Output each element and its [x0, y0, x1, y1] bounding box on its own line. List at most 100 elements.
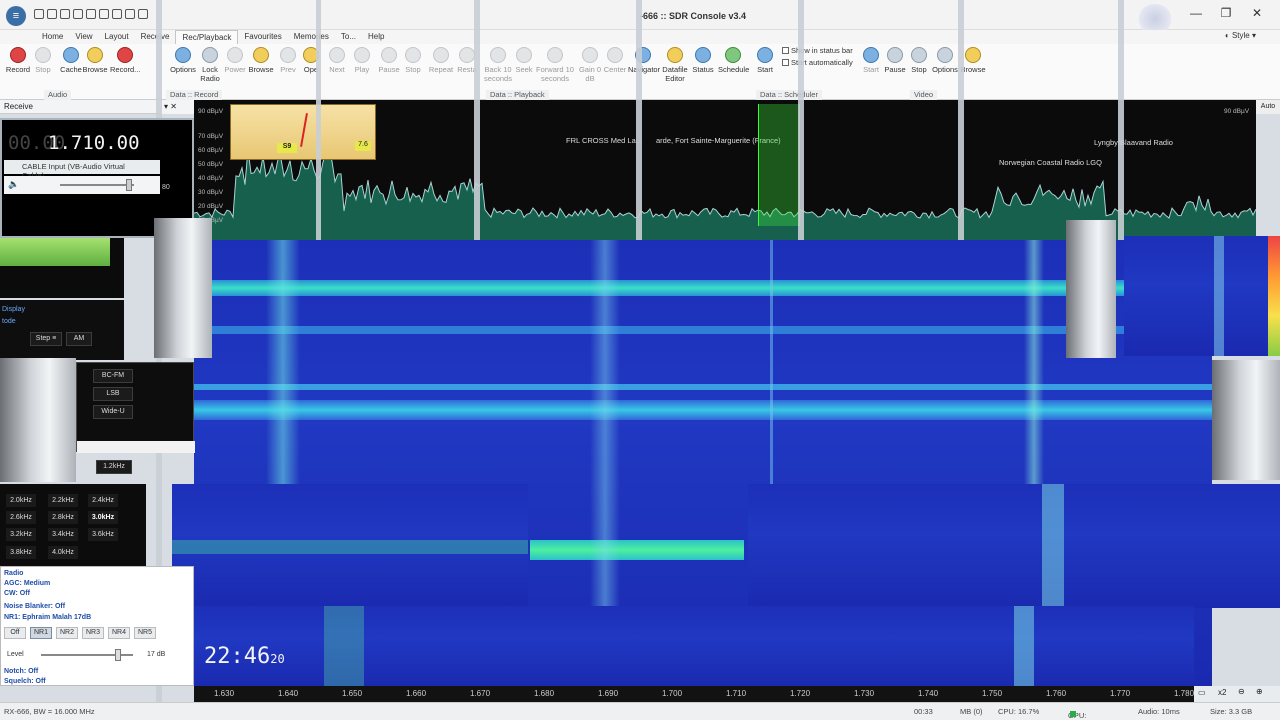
- style-menu[interactable]: ◐ Style ▾: [1225, 31, 1256, 40]
- options-button[interactable]: Options: [168, 47, 198, 74]
- station-label-4: Lyngby/Blaavand Radio: [1094, 138, 1173, 147]
- tab-home[interactable]: Home: [36, 30, 69, 44]
- start-scheduler-button[interactable]: Start: [750, 47, 780, 74]
- bandwidth-1-2khz-button[interactable]: 1.2kHz: [96, 460, 132, 474]
- stop-playback-button[interactable]: Stop: [398, 47, 428, 74]
- camera-icon[interactable]: ▭: [1198, 688, 1206, 697]
- nr-button-off[interactable]: Off: [4, 627, 26, 639]
- frequency-axis[interactable]: 1.630 1.640 1.650 1.660 1.670 1.680 1.690 1.700…: [194, 686, 1194, 702]
- sdr-console-window: ≡ -666 :: SDR Console v3.4 — ❐ ✕ Home Vie…: [0, 0, 1280, 720]
- dbv-label-60: 60 dBµV: [198, 147, 224, 154]
- play-icon[interactable]: [73, 9, 83, 19]
- waterfall-signal-band: [194, 384, 1212, 390]
- s-meter: S9 7.6: [230, 104, 376, 160]
- star-icon[interactable]: [99, 9, 109, 19]
- display-mode-label[interactable]: Display: [2, 306, 25, 313]
- center-button[interactable]: Center: [600, 47, 630, 74]
- volume-slider[interactable]: [126, 179, 132, 191]
- nr-button-nr4[interactable]: NR4: [108, 627, 130, 639]
- forward-10-button[interactable]: Forward 10 seconds: [535, 47, 575, 83]
- auto-scale-button[interactable]: Auto: [1256, 100, 1280, 114]
- mode-lsb-button[interactable]: LSB: [93, 387, 133, 401]
- dsp-radio-label[interactable]: Radio: [4, 570, 23, 577]
- group-data-record: Data :: Record: [166, 90, 223, 100]
- record-menu-button[interactable]: Record...: [110, 47, 140, 74]
- nr-button-nr3[interactable]: NR3: [82, 627, 104, 639]
- step-button[interactable]: Step ≡: [30, 332, 62, 346]
- spectrum-display[interactable]: 90 dBµV 90 dBµV 70 dBµV 60 dBµV 50 dBµV …: [194, 100, 1256, 240]
- status-elapsed: 00:33: [914, 707, 933, 716]
- nr-button-nr5[interactable]: NR5: [134, 627, 156, 639]
- noise-blanker-label[interactable]: Noise Blanker: Off: [4, 603, 65, 610]
- dbv-top-label: 90 dBµV: [198, 108, 224, 115]
- folder-icon[interactable]: [47, 9, 57, 19]
- notch-label[interactable]: Notch: Off: [4, 668, 38, 675]
- zoom-level[interactable]: x2: [1218, 688, 1226, 697]
- tab-layout[interactable]: Layout: [99, 30, 135, 44]
- cw-label[interactable]: CW: Off: [4, 590, 30, 597]
- receive-close-icon[interactable]: ▾ ✕: [160, 100, 196, 114]
- datafile-editor-button[interactable]: Datafile Editor: [660, 47, 690, 83]
- minimize-button[interactable]: —: [1184, 6, 1208, 20]
- bandwidth-button[interactable]: 2.0kHz: [6, 494, 36, 507]
- undo-icon[interactable]: [138, 9, 148, 19]
- tab-favourites[interactable]: Favourites: [238, 30, 287, 44]
- bandwidth-button[interactable]: 2.6kHz: [6, 511, 36, 524]
- color-scale: [1268, 236, 1280, 356]
- bandwidth-button[interactable]: 2.2kHz: [48, 494, 78, 507]
- bandwidth-button[interactable]: 4.0kHz: [48, 546, 78, 559]
- axis-tick-label: 1.750: [982, 689, 1003, 698]
- bandwidth-button[interactable]: 3.8kHz: [6, 546, 36, 559]
- record-icon[interactable]: [60, 9, 70, 19]
- bandwidth-button[interactable]: 3.0kHz: [88, 511, 118, 524]
- app-menu-icon[interactable]: ≡: [6, 6, 26, 26]
- show-status-bar-checkbox[interactable]: Show in status bar: [782, 46, 853, 55]
- am-mode-button[interactable]: AM: [66, 332, 92, 346]
- tab-to-[interactable]: To...: [335, 30, 362, 44]
- bandwidth-button[interactable]: 3.6kHz: [88, 528, 118, 541]
- close-button[interactable]: ✕: [1245, 6, 1269, 20]
- gpu-indicator: [1070, 711, 1076, 717]
- frequency-display[interactable]: 1.710.00: [48, 132, 140, 154]
- zoom-out-icon[interactable]: ⊖: [1238, 687, 1245, 696]
- bandwidth-button[interactable]: 3.2kHz: [6, 528, 36, 541]
- volume-track[interactable]: [60, 184, 134, 186]
- agc-label[interactable]: AGC: Medium: [4, 580, 50, 587]
- start-automatically-checkbox[interactable]: Start automatically: [782, 58, 853, 67]
- level-label: Level: [7, 651, 24, 658]
- nr-button-nr2[interactable]: NR2: [56, 627, 78, 639]
- stop-icon[interactable]: [86, 9, 96, 19]
- mode-label[interactable]: tode: [2, 318, 16, 325]
- monitor-icon[interactable]: [125, 9, 135, 19]
- home-icon[interactable]: [34, 9, 44, 19]
- nr1-label[interactable]: NR1: Ephraim Malah 17dB: [4, 614, 91, 621]
- tab-view[interactable]: View: [69, 30, 98, 44]
- status-button[interactable]: Status: [688, 47, 718, 74]
- tab-memories[interactable]: Memories: [288, 30, 335, 44]
- bandwidth-button[interactable]: 3.4kHz: [48, 528, 78, 541]
- navigator-button[interactable]: Navigator: [628, 47, 660, 74]
- tab-rec-playback[interactable]: Rec/Playback: [175, 30, 239, 44]
- bandwidth-button[interactable]: 2.4kHz: [88, 494, 118, 507]
- waterfall-signal-band: [194, 326, 1212, 334]
- camera-icon[interactable]: [112, 9, 122, 19]
- stop-icon: [405, 47, 421, 63]
- stop-button[interactable]: Stop: [28, 47, 58, 74]
- zoom-next-icon[interactable]: ⊕: [1256, 687, 1263, 696]
- video-options-button[interactable]: Options: [930, 47, 960, 74]
- nr-button-nr1[interactable]: NR1: [30, 627, 52, 639]
- audio-input-select[interactable]: CABLE Input (VB-Audio Virtual Cable): [4, 160, 160, 180]
- schedule-button[interactable]: Schedule: [718, 47, 749, 74]
- maximize-button[interactable]: ❐: [1214, 6, 1238, 20]
- tab-help[interactable]: Help: [362, 30, 390, 44]
- browse-record-button[interactable]: Browse: [246, 47, 276, 74]
- play-button[interactable]: Play: [347, 47, 377, 74]
- squelch-label[interactable]: Squelch: Off: [4, 678, 46, 685]
- mode-bc-fm-button[interactable]: BC-FM: [93, 369, 133, 383]
- speaker-icon[interactable]: 🔈: [8, 179, 19, 190]
- scheduler-marker[interactable]: [758, 104, 800, 226]
- browse-button[interactable]: Browse: [80, 47, 110, 74]
- mode-wide-u-button[interactable]: Wide-U: [93, 405, 133, 419]
- bandwidth-button[interactable]: 2.8kHz: [48, 511, 78, 524]
- level-slider[interactable]: [115, 649, 121, 661]
